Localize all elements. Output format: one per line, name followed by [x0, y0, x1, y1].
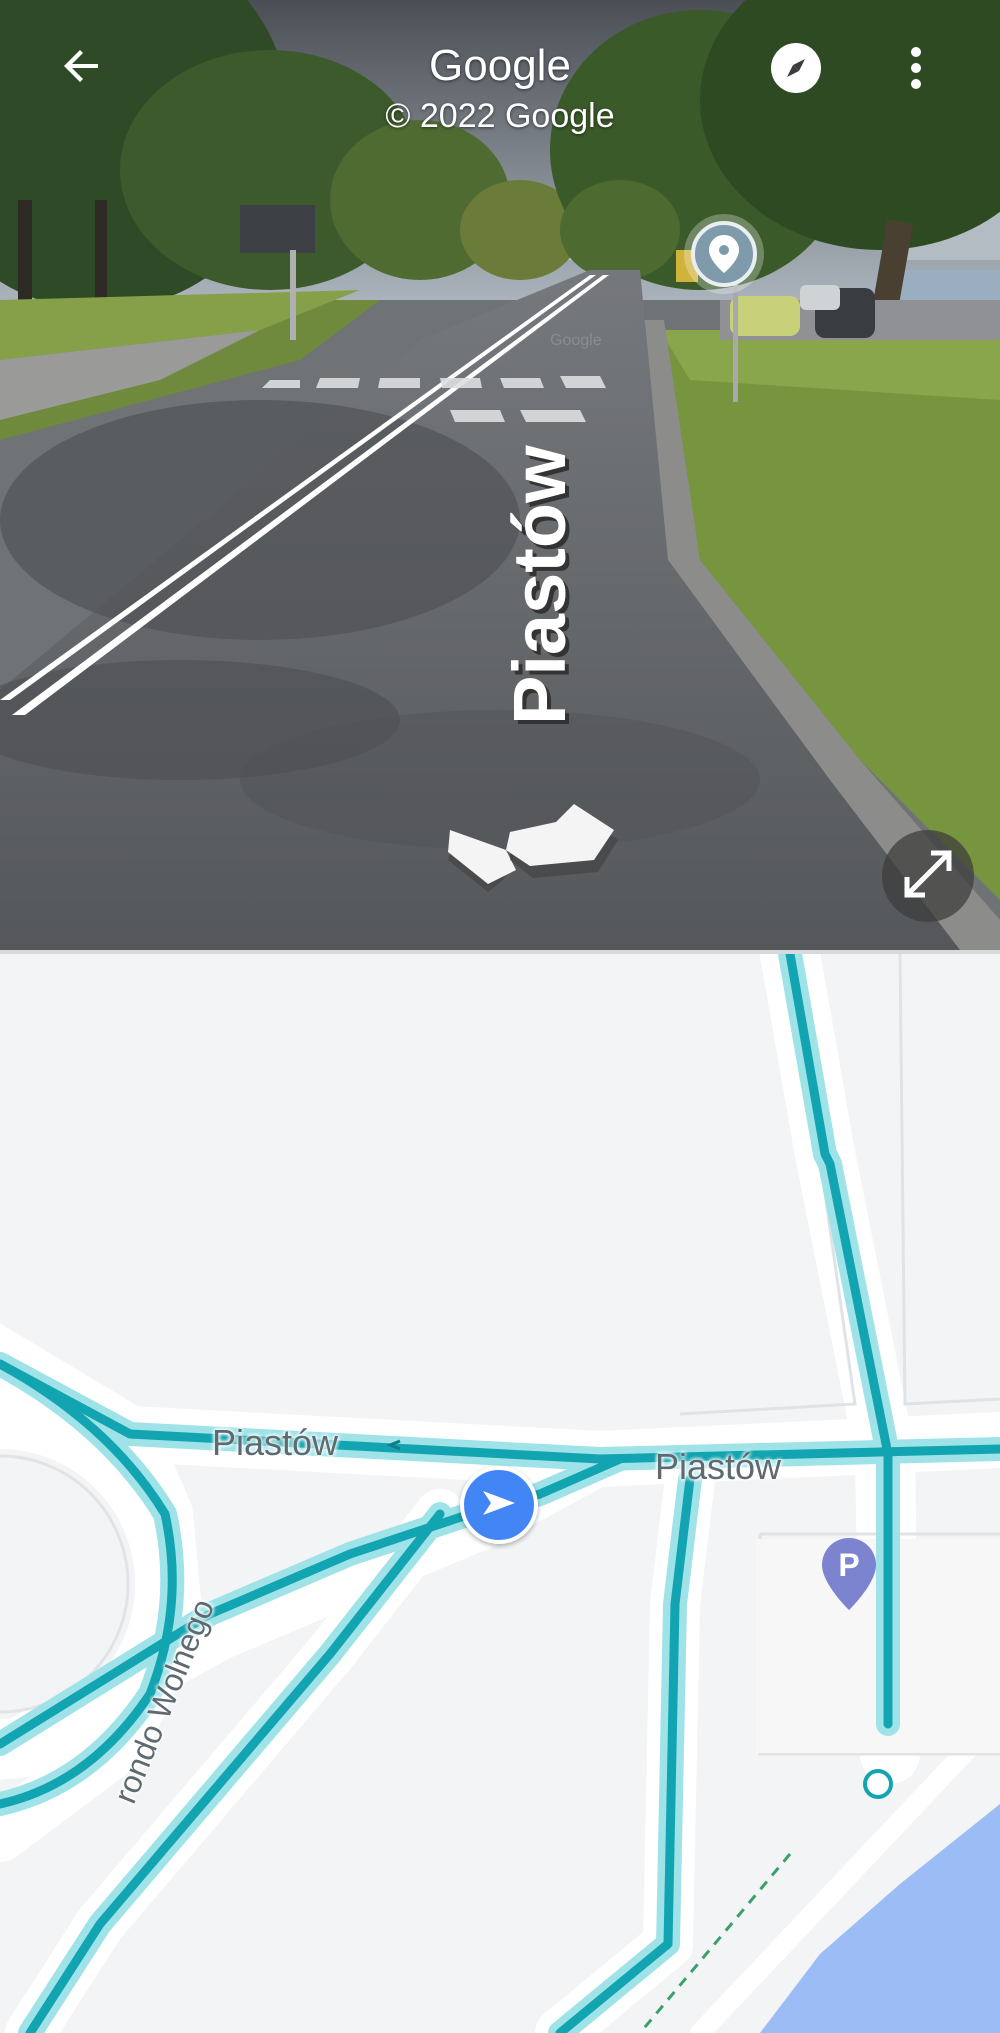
street-view-screen: Google Google © 2022 Google Piastów Pias… [0, 0, 1000, 2033]
top-bar: Google © 2022 Google [0, 0, 1000, 150]
parking-label: P [838, 1547, 859, 1583]
arrow-left-icon [58, 42, 106, 95]
map-pane[interactable]: Piastów Piastów rondo Wolnego P [0, 954, 1000, 2033]
compass-button[interactable] [760, 34, 832, 106]
svg-text:Google: Google [550, 332, 602, 349]
page-title: Google [429, 41, 571, 90]
location-marker[interactable] [684, 214, 764, 294]
location-pin-icon [691, 221, 757, 287]
navigation-arrow-icon [481, 1485, 517, 1526]
current-position-marker[interactable] [460, 1466, 538, 1544]
more-options-button[interactable] [880, 34, 952, 106]
street-label-piastow-west: Piastów [212, 1422, 339, 1463]
back-button[interactable] [42, 28, 122, 108]
copyright-text: © 2022 Google [385, 97, 615, 135]
street-label-piastow-east: Piastów [655, 1446, 782, 1487]
parking-pin-icon[interactable]: P [820, 1536, 878, 1612]
street-name-label: Piastów [498, 445, 581, 725]
expand-icon [903, 849, 953, 904]
street-view-pane[interactable]: Google Google © 2022 Google Piastów [0, 0, 1000, 950]
move-forward-arrows[interactable] [448, 800, 618, 900]
title-block: Google © 2022 Google [300, 40, 700, 136]
more-vert-icon [908, 45, 924, 96]
expand-button[interactable] [882, 830, 974, 922]
compass-icon [769, 41, 823, 100]
